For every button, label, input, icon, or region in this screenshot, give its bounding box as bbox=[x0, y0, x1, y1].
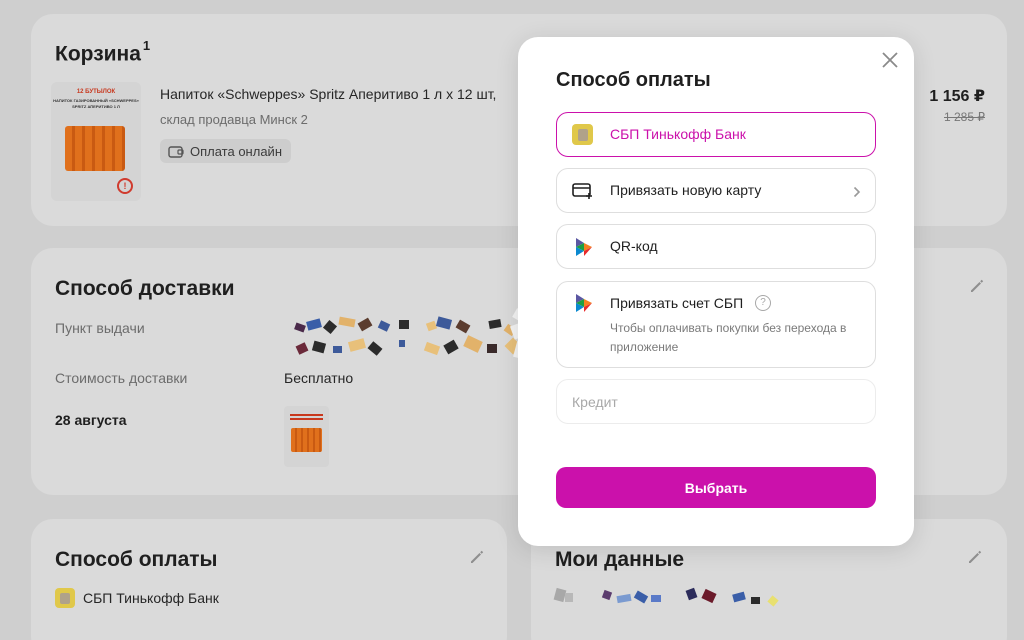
selected-payment: СБП Тинькофф Банк bbox=[55, 588, 219, 608]
old-price: 1 285 ₽ bbox=[944, 110, 985, 124]
thumb-small-bottles-icon bbox=[291, 428, 322, 452]
payment-option-credit[interactable]: Кредит bbox=[556, 379, 876, 424]
payment-option-qr[interactable]: QR-код bbox=[556, 224, 876, 269]
bank-logo-icon bbox=[55, 588, 75, 608]
thumb-line-3: SPRITZ АПЕРИТИВО 1 Л bbox=[72, 104, 120, 109]
my-data-title: Мои данные bbox=[555, 548, 685, 571]
chevron-right-icon bbox=[853, 186, 861, 198]
card-add-icon bbox=[572, 183, 592, 199]
payment-title: Способ оплаты bbox=[55, 548, 218, 571]
edit-my-data-icon[interactable] bbox=[966, 548, 984, 566]
link-sbp-subtitle: Чтобы оплачивать покупки без перехода в … bbox=[610, 321, 847, 354]
payment-option-sbp-tinkoff[interactable]: СБП Тинькофф Банк bbox=[556, 112, 876, 157]
payment-badge: Оплата онлайн bbox=[160, 139, 291, 163]
my-data-redacted bbox=[553, 585, 785, 609]
delivery-title: Способ доставки bbox=[55, 277, 235, 300]
thumb-line-2: НАПИТОК ГАЗИРОВАННЫЙ «SCHWEPPES» bbox=[53, 98, 139, 103]
cart-title: Корзина 1 bbox=[55, 38, 151, 66]
bank-logo-icon bbox=[572, 124, 593, 145]
wallet-icon bbox=[168, 145, 184, 158]
delivery-cost-label: Стоимость доставки bbox=[55, 370, 188, 386]
close-icon[interactable] bbox=[882, 52, 898, 68]
product-name[interactable]: Напиток «Schweppes» Spritz Аперитиво 1 л… bbox=[160, 86, 520, 102]
edit-payment-icon[interactable] bbox=[468, 548, 486, 566]
modal-title: Способ оплаты bbox=[556, 69, 711, 91]
sbp-icon bbox=[576, 294, 592, 312]
warehouse-text: склад продавца Минск 2 bbox=[160, 112, 308, 127]
bottles-image bbox=[65, 126, 125, 171]
thumb-line-1: 12 БУТЫЛОК bbox=[76, 89, 116, 95]
pickup-label: Пункт выдачи bbox=[55, 320, 145, 336]
payment-option-new-card[interactable]: Привязать новую карту bbox=[556, 168, 876, 213]
return-icon: ! bbox=[117, 178, 133, 194]
delivery-cost-value: Бесплатно bbox=[284, 370, 354, 386]
price: 1 156 ₽ bbox=[929, 88, 985, 105]
delivery-date: 28 августа bbox=[55, 412, 127, 428]
help-icon[interactable]: ? bbox=[755, 295, 771, 311]
payment-option-link-sbp[interactable]: Привязать счет СБП ? Чтобы оплачивать по… bbox=[556, 281, 876, 368]
confirm-button[interactable]: Выбрать bbox=[556, 467, 876, 508]
delivery-item-thumbnail[interactable] bbox=[284, 406, 329, 467]
product-thumbnail[interactable]: 12 БУТЫЛОК НАПИТОК ГАЗИРОВАННЫЙ «SCHWEPP… bbox=[51, 82, 141, 201]
sbp-icon bbox=[576, 238, 592, 256]
credit-label: Кредит bbox=[572, 394, 618, 410]
thumb-small-header-icon bbox=[290, 412, 323, 420]
pickup-address-redacted bbox=[294, 316, 525, 360]
edit-delivery-icon[interactable] bbox=[968, 277, 986, 295]
payment-method-modal: Способ оплаты СБП Тинькофф Банк Привязат… bbox=[518, 37, 914, 546]
payment-card: Способ оплаты СБП Тинькофф Банк bbox=[31, 519, 507, 640]
